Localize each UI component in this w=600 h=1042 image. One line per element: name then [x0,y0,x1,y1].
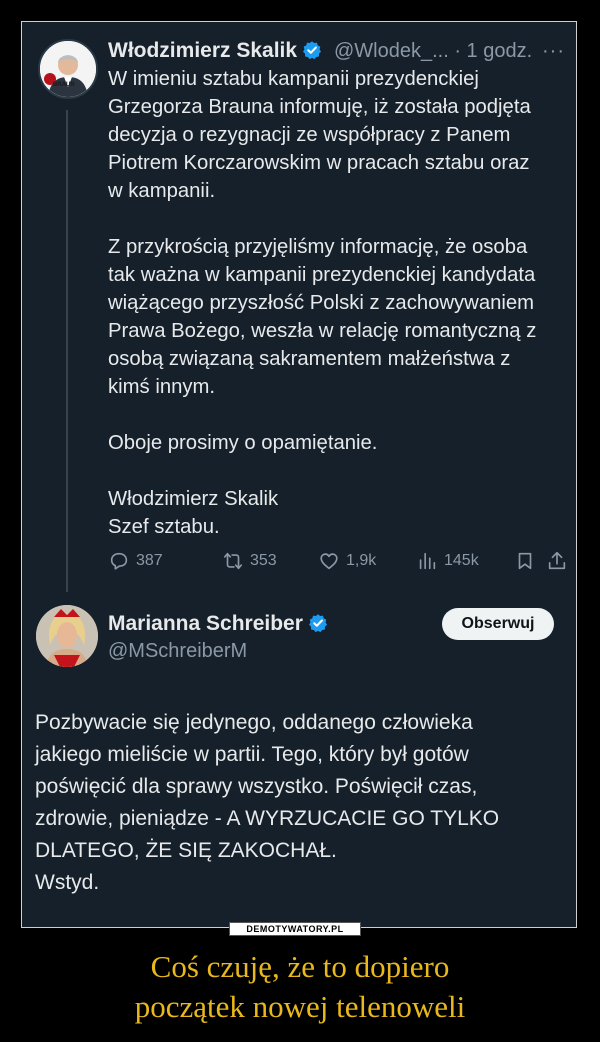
post-text: W imieniu sztabu kampanii prezydenckiej … [108,68,537,538]
verified-badge-icon [308,614,327,633]
verified-badge-icon [303,41,322,60]
share-icon [548,551,566,570]
heart-icon [320,553,338,570]
post-author-name[interactable]: Włodzimierz Skalik [108,39,322,63]
reply-text: Pozbywacie się jedynego, oddanego człowi… [35,711,500,894]
reply-count: 387 [136,552,163,569]
avatar-schreiber[interactable] [36,605,98,667]
post-author-name-text: Włodzimierz Skalik [108,39,298,62]
share-button[interactable] [546,547,574,575]
bookmark-icon [518,552,532,570]
avatar-logo-text: BRAUN [53,82,75,88]
like-count: 1,9k [346,552,377,569]
avatar-skalik[interactable]: BRAUN [38,39,98,99]
reply-author-name-text: Marianna Schreiber [108,612,303,635]
post-actions-bar: 387 353 1,9k 145k [108,547,568,575]
repost-icon [223,552,243,570]
repost-count: 353 [250,552,277,569]
avatar-portrait-icon [36,605,98,667]
repost-button[interactable]: 353 [222,547,277,575]
views-chart-icon [419,552,436,570]
more-options-icon[interactable]: ··· [542,40,565,63]
reply-icon [110,552,128,570]
meme-caption: Coś czuję, że to dopiero początek nowej … [134,949,466,1024]
tweet-screenshot-frame: BRAUN Włodzimierz Skalik @Wlodek_... · 1… [21,21,577,928]
reply-button[interactable]: 387 [108,547,163,575]
bookmark-button[interactable] [514,547,542,575]
views-count: 145k [444,552,479,569]
reply-author-name[interactable]: Marianna Schreiber [108,612,328,636]
watermark-logo: DEMOTYWATORY.PL [229,922,361,936]
follow-button[interactable]: Obserwuj [442,608,554,640]
views-button[interactable]: 145k [416,547,479,575]
post-handle-time[interactable]: @Wlodek_... · 1 godz. [334,40,532,63]
avatar-portrait-icon [40,41,96,97]
like-button[interactable]: 1,9k [318,547,376,575]
thread-connector-line [66,110,68,592]
reply-author-handle[interactable]: @MSchreiberM [108,640,247,663]
